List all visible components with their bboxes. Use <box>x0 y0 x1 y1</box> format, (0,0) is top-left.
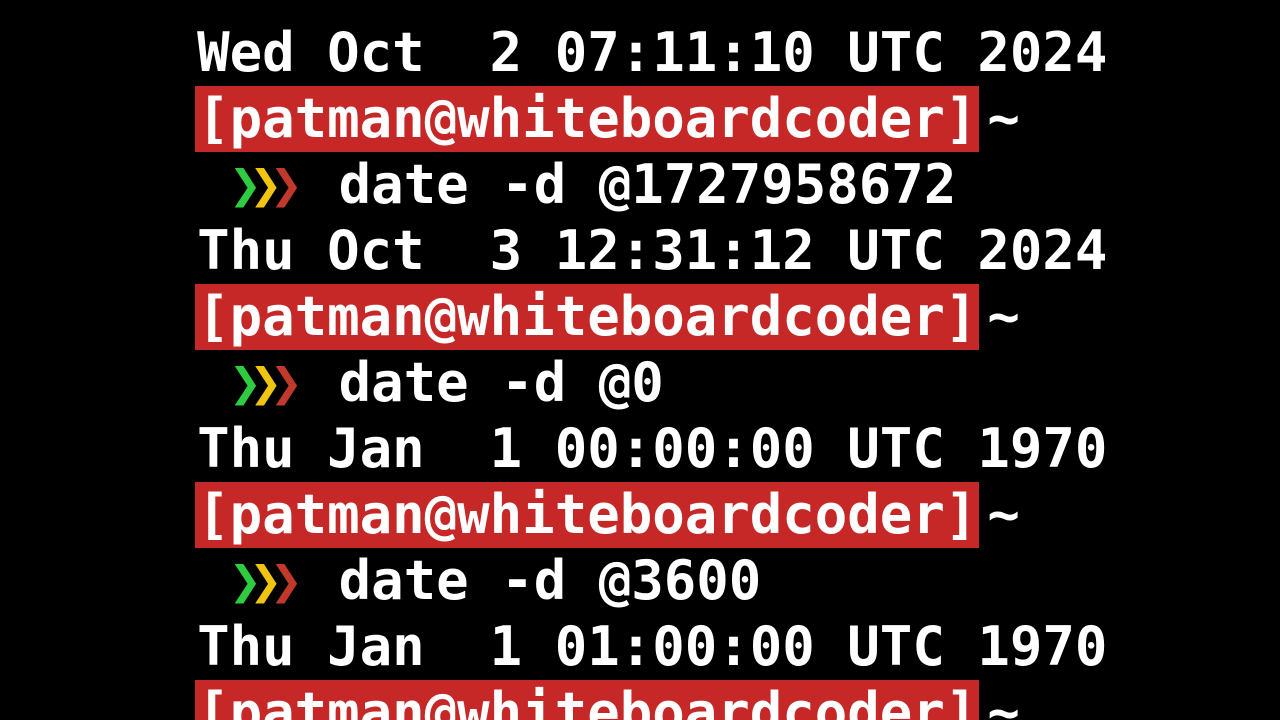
terminal[interactable]: Wed Oct 2 07:11:10 UTC 2024 [patman@whit… <box>0 0 1280 720</box>
prompt-cwd: ~ <box>979 86 1020 152</box>
output-line-cropped: Wed Oct 2 07:11:10 UTC 2024 <box>0 0 1107 20</box>
chevron-icon: ❯ <box>229 351 250 414</box>
user-host-badge: [patman@whiteboardcoder] <box>195 284 979 350</box>
user-host-badge: [patman@whiteboardcoder] <box>195 482 979 548</box>
user-host-badge: [patman@whiteboardcoder] <box>195 86 979 152</box>
prompt-cwd: ~ <box>979 680 1020 720</box>
prompt-cwd: ~ <box>979 482 1020 548</box>
prompt-cwd: ~ <box>979 284 1020 350</box>
command-text: date -d @3600 <box>291 548 762 614</box>
chevron-icon: ❯ <box>250 153 271 216</box>
user-host-badge: [patman@whiteboardcoder] <box>195 680 979 720</box>
command-text: date -d @0 <box>291 350 664 416</box>
chevron-icon: ❯ <box>250 351 271 414</box>
output-text: Thu Jan 1 01:00:00 UTC 1970 <box>195 614 1107 680</box>
chevron-icon: ❯ <box>270 549 291 612</box>
chevron-icon: ❯ <box>229 549 250 612</box>
chevron-icon: ❯ <box>250 549 271 612</box>
chevron-icon: ❯ <box>229 153 250 216</box>
output-text: Thu Jan 1 00:00:00 UTC 1970 <box>195 416 1107 482</box>
chevron-icon: ❯ <box>270 351 291 414</box>
command-text: date -d @1727958672 <box>291 152 957 218</box>
prompt-chevrons: ❯❯❯ <box>195 548 291 614</box>
prompt-chevrons: ❯❯❯ <box>195 152 291 218</box>
chevron-icon: ❯ <box>270 153 291 216</box>
prompt-chevrons: ❯❯❯ <box>195 350 291 416</box>
output-text: Thu Oct 3 12:31:12 UTC 2024 <box>195 218 1107 284</box>
